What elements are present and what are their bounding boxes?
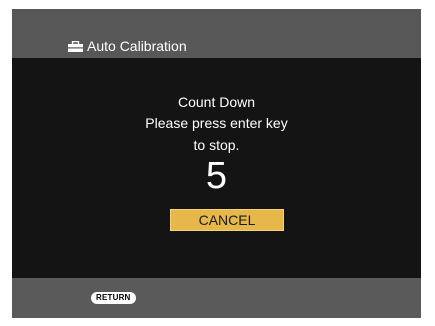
header-bar: Auto Calibration xyxy=(12,9,421,58)
return-button[interactable]: RETURN xyxy=(91,292,136,304)
page-title-text: Auto Calibration xyxy=(87,38,187,54)
osd-screen: Auto Calibration Count Down Please press… xyxy=(12,9,421,318)
page-title: Auto Calibration xyxy=(68,36,187,56)
cancel-button[interactable]: CANCEL xyxy=(170,209,284,231)
countdown-heading: Count Down xyxy=(177,94,256,110)
toolbox-icon xyxy=(68,40,83,52)
footer-bar: RETURN xyxy=(12,278,421,318)
instruction-line-1: Please press enter key xyxy=(145,115,288,131)
countdown-panel: Count Down Please press enter key to sto… xyxy=(12,58,421,278)
countdown-value: 5 xyxy=(205,155,228,197)
instruction-line-2: to stop. xyxy=(193,137,240,153)
